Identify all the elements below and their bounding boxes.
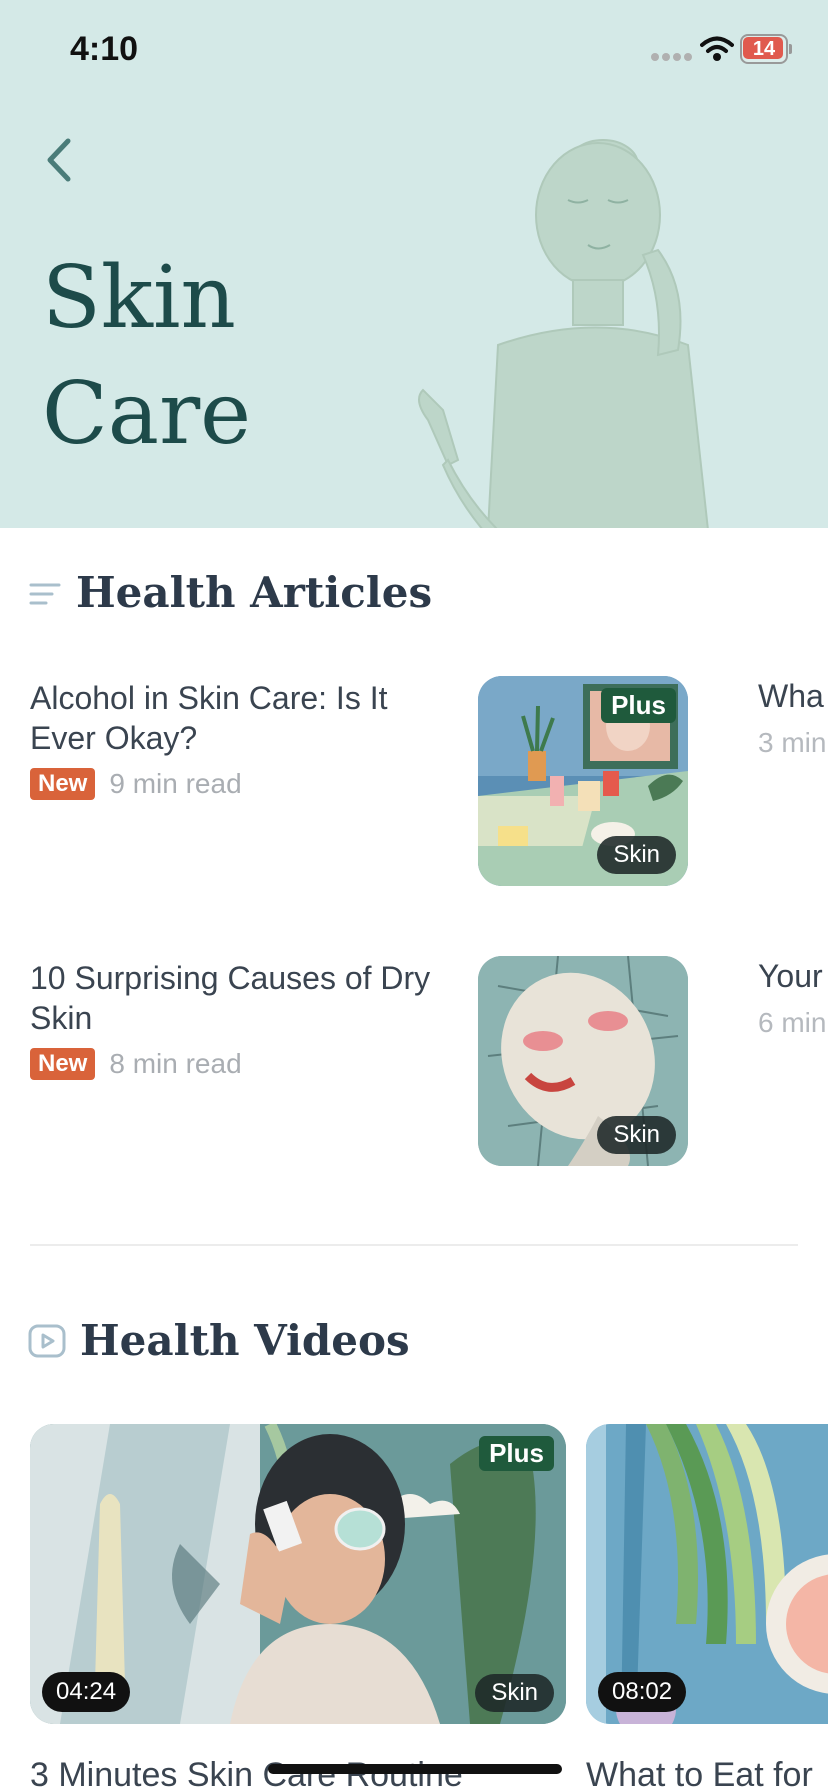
videos-section-header: Health Videos (28, 1316, 410, 1365)
articles-section-title: Health Articles (76, 568, 433, 617)
category-tag: Skin (597, 836, 676, 874)
header: 4:10 14 Skin Care (0, 0, 828, 528)
article-item[interactable]: Alcohol in Skin Care: Is It Ever Okay? N… (30, 678, 440, 800)
video-title[interactable]: 3 Minutes Skin Care Routine (30, 1756, 463, 1792)
lines-icon (29, 583, 61, 604)
video-card[interactable]: Plus 04:24 Skin (30, 1424, 566, 1724)
new-badge: New (30, 768, 96, 800)
battery-level: 14 (752, 38, 776, 60)
article-title: Alcohol in Skin Care: Is It Ever Okay? (30, 680, 388, 756)
status-time: 4:10 (70, 30, 139, 68)
skin-care-screen: 4:10 14 Skin Care Health Articles Alcoho… (0, 0, 828, 1792)
peek-article-title: Your (758, 958, 823, 994)
battery-icon: 14 (740, 34, 792, 64)
article-meta: New 8 min read (30, 1048, 440, 1080)
read-time: 8 min read (109, 1048, 242, 1079)
video-duration: 08:02 (598, 1672, 687, 1712)
article-item[interactable]: 10 Surprising Causes of Dry Skin New 8 m… (30, 958, 440, 1080)
video-card[interactable]: 08:02 (586, 1424, 828, 1724)
articles-section-header: Health Articles (28, 568, 432, 617)
play-icon (28, 1324, 66, 1357)
peek-article-read-time: 3 min (758, 727, 827, 758)
peek-article-read-time: 6 min (758, 1007, 827, 1038)
status-bar: 4:10 14 (0, 0, 828, 100)
page-title: Skin Care (42, 248, 252, 464)
article-thumbnail[interactable]: Skin (478, 956, 688, 1166)
video-title[interactable]: What to Eat for (586, 1756, 813, 1792)
video-duration: 04:24 (42, 1672, 131, 1712)
peek-article-item[interactable]: Wha 3 min (758, 678, 828, 759)
new-badge: New (30, 1048, 96, 1080)
home-indicator (268, 1764, 562, 1774)
article-meta: New 9 min read (30, 768, 440, 800)
back-button[interactable] (34, 130, 84, 190)
chevron-left-icon (47, 138, 71, 182)
plus-badge: Plus (479, 1436, 554, 1471)
article-thumbnail[interactable]: Plus Skin (478, 676, 688, 886)
category-tag: Skin (597, 1116, 676, 1154)
read-time: 9 min read (109, 768, 242, 799)
peek-article-item[interactable]: Your 6 min (758, 958, 828, 1039)
peek-article-title: Wha (758, 678, 824, 714)
article-title: 10 Surprising Causes of Dry Skin (30, 960, 431, 1036)
section-divider (30, 1244, 798, 1246)
category-tag: Skin (475, 1674, 554, 1712)
videos-section-title: Health Videos (80, 1316, 410, 1365)
plus-badge: Plus (601, 688, 676, 723)
signal-icon (651, 53, 692, 61)
woman-illustration (418, 139, 709, 528)
wifi-icon (700, 36, 734, 61)
